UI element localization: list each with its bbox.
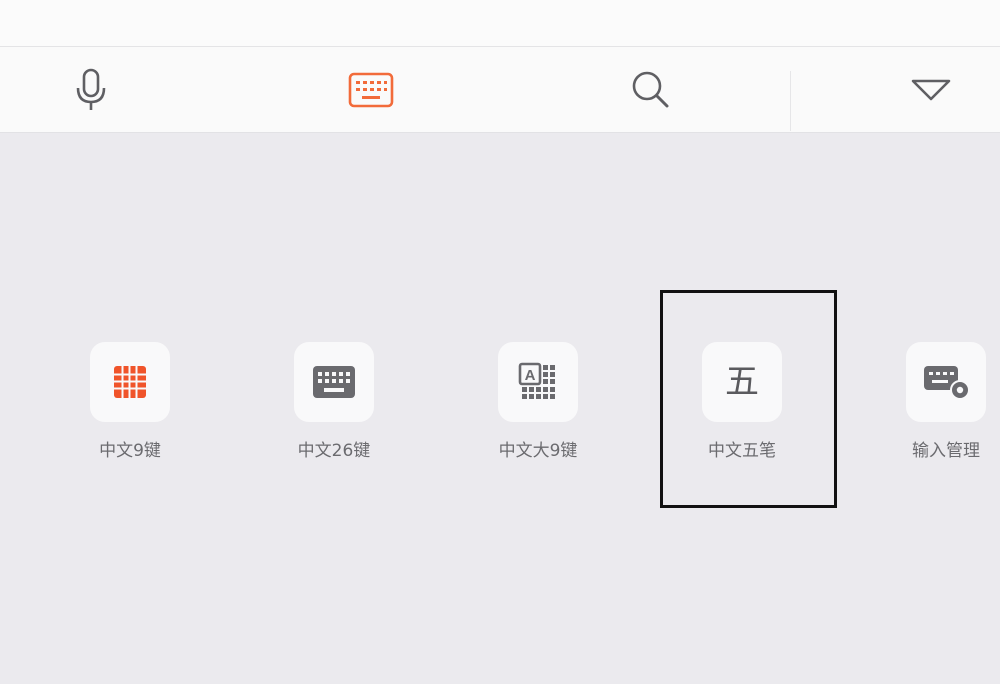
input-manage-icon bbox=[924, 366, 970, 400]
keyboard-switch-button[interactable] bbox=[326, 47, 416, 132]
keyboard-large-9-icon: A bbox=[518, 362, 555, 399]
keyboard-icon bbox=[348, 72, 394, 107]
selection-highlight-box bbox=[660, 290, 837, 508]
option-chinese-9-key[interactable]: 中文9键 bbox=[55, 342, 205, 461]
option-label: 中文大9键 bbox=[498, 441, 578, 461]
top-strip bbox=[0, 0, 1000, 47]
option-chinese-26-key[interactable]: 中文26键 bbox=[259, 342, 409, 461]
option-label: 中文26键 bbox=[297, 441, 371, 461]
voice-input-button[interactable] bbox=[46, 47, 136, 132]
option-tile[interactable]: A bbox=[498, 342, 578, 422]
collapse-triangle-icon bbox=[911, 79, 951, 100]
microphone-icon bbox=[76, 68, 106, 110]
search-icon bbox=[632, 71, 669, 107]
option-chinese-large-9-key[interactable]: A 中文大9键 bbox=[463, 342, 613, 461]
keyboard-26-icon bbox=[313, 366, 355, 398]
keyboard-options-panel: 中文9键 中文26键 A 中文大9键 五 中文五笔 输入管理 bbox=[0, 133, 1000, 684]
option-tile[interactable] bbox=[906, 342, 986, 422]
option-input-management[interactable]: 输入管理 bbox=[871, 342, 1000, 461]
toolbar-divider bbox=[790, 71, 791, 131]
svg-text:A: A bbox=[525, 367, 536, 384]
keyboard-toolbar bbox=[0, 47, 1000, 133]
collapse-keyboard-button[interactable] bbox=[886, 47, 976, 132]
option-tile[interactable] bbox=[294, 342, 374, 422]
grid-9-icon bbox=[114, 366, 146, 398]
option-label: 中文9键 bbox=[99, 441, 161, 461]
search-button[interactable] bbox=[606, 47, 696, 132]
option-label: 输入管理 bbox=[912, 441, 980, 461]
option-tile[interactable] bbox=[90, 342, 170, 422]
